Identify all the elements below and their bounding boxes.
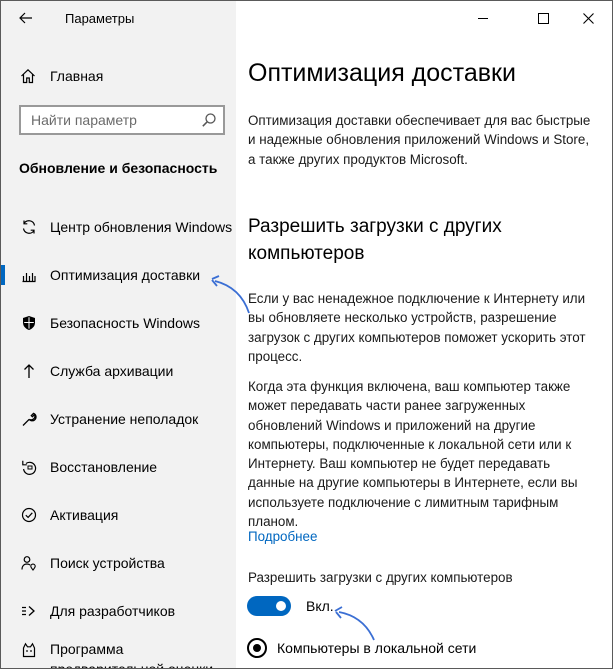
description-line: процесс.	[248, 348, 303, 364]
sidebar-item-insider[interactable]: Программа предварительной оценки Windows	[1, 634, 236, 669]
activation-check-icon	[19, 507, 39, 523]
sidebar-item-delivery-optimization[interactable]: Оптимизация доставки	[1, 258, 236, 292]
sidebar-item-label: Центр обновления Windows	[50, 219, 233, 235]
sidebar-item-recovery[interactable]: Восстановление	[1, 450, 236, 484]
sidebar-item-windows-security[interactable]: Безопасность Windows	[1, 306, 236, 340]
page-title: Оптимизация доставки	[248, 59, 516, 87]
home-icon	[18, 68, 38, 84]
intro-line: и надежные обновления приложений Windows…	[248, 132, 590, 148]
sidebar-item-find-device[interactable]: Поиск устройства	[1, 546, 236, 580]
subtitle-line: Разрешить загрузки с других	[248, 216, 502, 237]
search-icon[interactable]	[201, 112, 217, 133]
sidebar-item-home[interactable]: Главная	[1, 63, 236, 89]
sidebar-item-label: Оптимизация доставки	[50, 267, 201, 283]
home-label: Главная	[50, 68, 104, 84]
refresh-icon	[19, 219, 39, 235]
learn-more-link[interactable]: Подробнее	[248, 529, 317, 544]
sidebar-item-windows-update[interactable]: Центр обновления Windows	[1, 210, 236, 244]
description-line: Когда эта функция включена, ваш компьюте…	[248, 379, 571, 394]
description-text-1: Если у вас ненадежное подключение к Инте…	[248, 289, 586, 366]
sidebar-item-backup[interactable]: Служба архивации	[1, 354, 236, 388]
back-button[interactable]	[9, 5, 43, 31]
sidebar-item-label: Устранение неполадок	[50, 411, 199, 427]
description-line: загрузок с других компьютеров поможет ус…	[248, 329, 586, 345]
close-button[interactable]	[565, 3, 611, 33]
description-line: данные на другие компьютеры в Интернете,…	[248, 475, 578, 491]
sidebar-item-troubleshoot[interactable]: Устранение неполадок	[1, 402, 236, 436]
search-input[interactable]	[21, 107, 201, 133]
description-line: может передавать части ранее загруженных	[248, 398, 526, 414]
sidebar: Параметры Главная Обновление и безопасно…	[1, 1, 236, 668]
delivery-optimization-icon	[19, 267, 39, 283]
description-line: вы обновляете несколько устройств, разре…	[248, 310, 557, 326]
sidebar-item-label: Служба архивации	[50, 363, 174, 379]
description-line: Интернету. Ваш компьютер не будет переда…	[248, 456, 551, 472]
sidebar-item-label: Для разработчиков	[50, 603, 176, 619]
minimize-button[interactable]	[460, 3, 506, 33]
allow-downloads-label: Разрешить загрузки с других компьютеров	[248, 570, 513, 585]
sidebar-item-label: Безопасность Windows	[50, 315, 200, 331]
local-network-label: Компьютеры в локальной сети	[277, 640, 477, 656]
backup-arrow-icon	[19, 363, 39, 379]
sidebar-item-developers[interactable]: Для разработчиков	[1, 594, 236, 628]
main-content: Оптимизация доставки Оптимизация доставк…	[236, 1, 612, 668]
description-line: компьютеры, подключенные к локальной сет…	[248, 436, 572, 452]
description-text-2: Когда эта функция включена, ваш компьюте…	[248, 377, 578, 531]
wrench-icon	[19, 411, 39, 427]
intro-line: Оптимизация доставки обеспечивает для ва…	[248, 113, 591, 128]
close-icon	[582, 12, 594, 24]
settings-window: Параметры Главная Обновление и безопасно…	[0, 0, 613, 669]
maximize-icon	[537, 12, 549, 24]
allow-downloads-toggle[interactable]	[247, 596, 291, 616]
insider-cat-icon	[19, 642, 39, 658]
app-title: Параметры	[65, 11, 135, 26]
developer-tools-icon	[19, 603, 39, 619]
sidebar-item-label: Программа предварительной оценки Windows	[50, 641, 214, 669]
intro-line: а также других продуктов Microsoft.	[248, 151, 468, 167]
person-location-icon	[19, 555, 39, 571]
radio-dot	[253, 644, 261, 652]
maximize-button[interactable]	[520, 3, 566, 33]
description-line: используете подключение с лимитным тариф…	[248, 494, 559, 510]
section-title: Обновление и безопасность	[19, 160, 218, 176]
sidebar-item-label: Активация	[50, 507, 119, 523]
subtitle-line: компьютеров	[248, 243, 365, 264]
local-network-radio[interactable]	[247, 638, 267, 658]
minimize-icon	[478, 18, 488, 19]
sidebar-item-label: Восстановление	[50, 459, 158, 475]
search-box[interactable]	[19, 105, 225, 135]
recovery-icon	[19, 459, 39, 475]
toggle-state-text: Вкл.	[306, 598, 334, 614]
intro-text: Оптимизация доставки обеспечивает для ва…	[248, 111, 590, 169]
sidebar-item-activation[interactable]: Активация	[1, 498, 236, 532]
description-line: Если у вас ненадежное подключение к Инте…	[248, 291, 586, 306]
back-arrow-icon	[19, 12, 32, 24]
toggle-knob	[276, 601, 286, 611]
description-line: обновлений Windows и приложений на други…	[248, 417, 536, 433]
sidebar-item-label: Поиск устройства	[50, 555, 165, 571]
section-subtitle: Разрешить загрузки с других компьютеров	[248, 213, 568, 267]
shield-icon	[19, 315, 39, 331]
